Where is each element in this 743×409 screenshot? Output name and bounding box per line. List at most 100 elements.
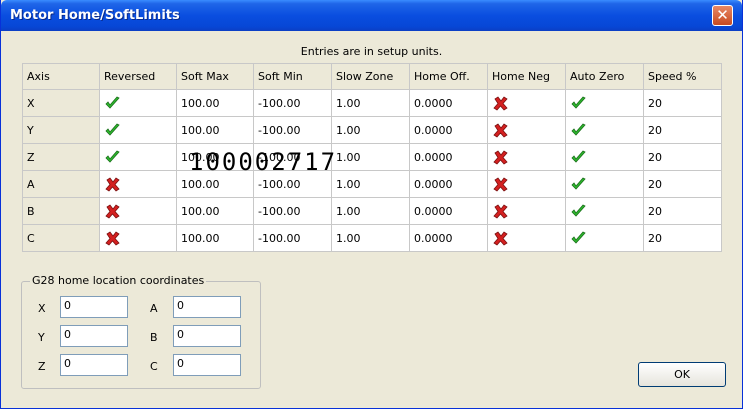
slow-zone-cell[interactable]: 1.00 — [331, 224, 410, 252]
col-header-auto-zero: Auto Zero — [565, 63, 644, 90]
col-header-soft-min: Soft Min — [253, 63, 332, 90]
reversed-cell[interactable] — [99, 224, 177, 252]
soft-min-cell[interactable]: -100.00 — [253, 197, 332, 225]
auto-zero-cell[interactable] — [565, 116, 644, 144]
speed-cell[interactable]: 20 — [643, 116, 722, 144]
g28-groupbox-title: G28 home location coordinates — [30, 274, 207, 287]
reversed-cell[interactable] — [99, 116, 177, 144]
red-x-icon[interactable] — [104, 176, 121, 193]
g28-b-input[interactable]: 0 — [173, 325, 241, 347]
home-neg-cell[interactable] — [487, 116, 566, 144]
green-check-icon[interactable] — [570, 203, 587, 220]
slow-zone-cell[interactable]: 1.00 — [331, 197, 410, 225]
speed-cell[interactable]: 20 — [643, 170, 722, 198]
red-x-icon[interactable] — [492, 176, 509, 193]
axis-cell[interactable]: Z — [22, 143, 100, 171]
speed-cell[interactable]: 20 — [643, 197, 722, 225]
col-header-axis: Axis — [22, 63, 100, 90]
home-off-cell[interactable]: 0.0000 — [409, 224, 488, 252]
soft-min-cell[interactable]: -100.00 — [253, 224, 332, 252]
slow-zone-cell[interactable]: 1.00 — [331, 116, 410, 144]
table-row: Z 100.00 -100.00 1.00 0.0000 20 — [22, 143, 722, 171]
units-caption: Entries are in setup units. — [300, 45, 443, 58]
table-row: A 100.00 -100.00 1.00 0.0000 20 — [22, 170, 722, 198]
home-neg-cell[interactable] — [487, 89, 566, 117]
home-off-cell[interactable]: 0.0000 — [409, 89, 488, 117]
soft-max-cell[interactable]: 100.00 — [176, 89, 254, 117]
g28-x-input[interactable]: 0 — [60, 296, 128, 318]
home-neg-cell[interactable] — [487, 197, 566, 225]
auto-zero-cell[interactable] — [565, 197, 644, 225]
g28-c-input[interactable]: 0 — [173, 354, 241, 376]
soft-max-cell[interactable]: 100.00 — [176, 197, 254, 225]
close-button[interactable]: ✕ — [712, 5, 733, 26]
col-header-home-neg: Home Neg — [487, 63, 566, 90]
soft-min-cell[interactable]: -100.00 — [253, 116, 332, 144]
axis-cell[interactable]: X — [22, 89, 100, 117]
ok-button[interactable]: OK — [638, 362, 726, 387]
red-x-icon[interactable] — [492, 230, 509, 247]
soft-max-cell[interactable]: 100.00 — [176, 224, 254, 252]
red-x-icon[interactable] — [104, 203, 121, 220]
slow-zone-cell[interactable]: 1.00 — [331, 89, 410, 117]
speed-cell[interactable]: 20 — [643, 224, 722, 252]
g28-label-b: B — [150, 331, 158, 344]
green-check-icon[interactable] — [104, 149, 121, 166]
red-x-icon[interactable] — [492, 122, 509, 139]
soft-min-cell[interactable]: -100.00 — [253, 89, 332, 117]
axis-cell[interactable]: B — [22, 197, 100, 225]
auto-zero-cell[interactable] — [565, 170, 644, 198]
g28-label-y: Y — [38, 331, 45, 344]
speed-cell[interactable]: 20 — [643, 89, 722, 117]
red-x-icon[interactable] — [492, 95, 509, 112]
title-bar[interactable]: Motor Home/SoftLimits ✕ — [1, 0, 742, 31]
slow-zone-cell[interactable]: 1.00 — [331, 170, 410, 198]
green-check-icon[interactable] — [570, 122, 587, 139]
axis-cell[interactable]: A — [22, 170, 100, 198]
g28-label-z: Z — [38, 360, 46, 373]
reversed-cell[interactable] — [99, 143, 177, 171]
soft-max-cell[interactable]: 100.00 — [176, 116, 254, 144]
home-off-cell[interactable]: 0.0000 — [409, 197, 488, 225]
table-row: X 100.00 -100.00 1.00 0.0000 20 — [22, 89, 722, 117]
table-row: Y 100.00 -100.00 1.00 0.0000 20 — [22, 116, 722, 144]
home-neg-cell[interactable] — [487, 224, 566, 252]
axis-cell[interactable]: C — [22, 224, 100, 252]
red-x-icon[interactable] — [492, 203, 509, 220]
table-row: C 100.00 -100.00 1.00 0.0000 20 — [22, 224, 722, 252]
g28-y-input[interactable]: 0 — [60, 325, 128, 347]
auto-zero-cell[interactable] — [565, 224, 644, 252]
reversed-cell[interactable] — [99, 197, 177, 225]
home-off-cell[interactable]: 0.0000 — [409, 143, 488, 171]
g28-label-x: X — [38, 302, 46, 315]
col-header-slow-zone: Slow Zone — [331, 63, 410, 90]
g28-a-input[interactable]: 0 — [173, 296, 241, 318]
col-header-reversed: Reversed — [99, 63, 177, 90]
red-x-icon[interactable] — [492, 149, 509, 166]
g28-z-input[interactable]: 0 — [60, 354, 128, 376]
auto-zero-cell[interactable] — [565, 143, 644, 171]
green-check-icon[interactable] — [104, 95, 121, 112]
speed-cell[interactable]: 20 — [643, 143, 722, 171]
axis-cell[interactable]: Y — [22, 116, 100, 144]
reversed-cell[interactable] — [99, 170, 177, 198]
home-neg-cell[interactable] — [487, 143, 566, 171]
table-row: B 100.00 -100.00 1.00 0.0000 20 — [22, 197, 722, 225]
green-check-icon[interactable] — [104, 122, 121, 139]
g28-groupbox: G28 home location coordinates X 0 Y 0 Z … — [21, 274, 261, 389]
red-x-icon[interactable] — [104, 230, 121, 247]
green-check-icon[interactable] — [570, 230, 587, 247]
window-title: Motor Home/SoftLimits — [10, 8, 180, 23]
overlay-watermark-text: 100002717 — [189, 148, 338, 176]
home-off-cell[interactable]: 0.0000 — [409, 170, 488, 198]
home-off-cell[interactable]: 0.0000 — [409, 116, 488, 144]
green-check-icon[interactable] — [570, 149, 587, 166]
dialog-window: Motor Home/SoftLimits ✕ Entries are in s… — [0, 0, 743, 409]
home-neg-cell[interactable] — [487, 170, 566, 198]
green-check-icon[interactable] — [570, 95, 587, 112]
auto-zero-cell[interactable] — [565, 89, 644, 117]
g28-label-c: C — [150, 360, 158, 373]
reversed-cell[interactable] — [99, 89, 177, 117]
green-check-icon[interactable] — [570, 176, 587, 193]
slow-zone-cell[interactable]: 1.00 — [331, 143, 410, 171]
